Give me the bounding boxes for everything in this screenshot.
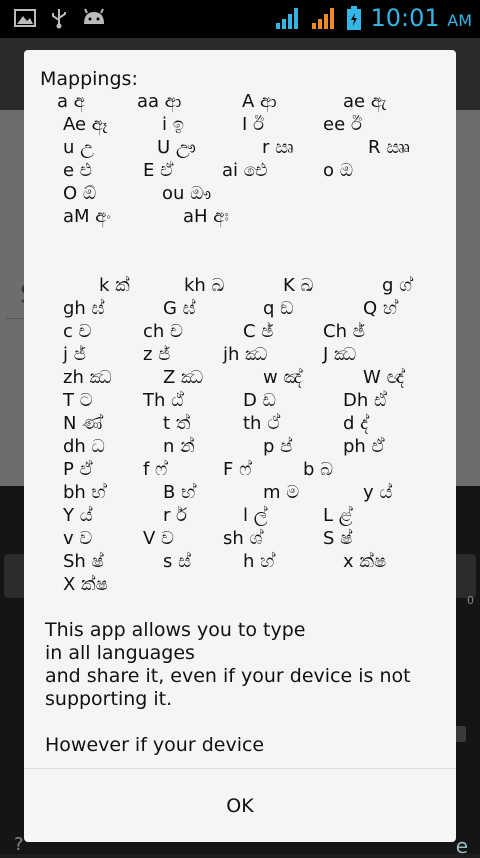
- mapping-entry: Th ඨ්: [143, 390, 184, 411]
- mapping-entry: L ළ්: [323, 505, 353, 526]
- mapping-entry: Q හ්: [363, 298, 398, 319]
- mapping-entry: p ප්: [263, 436, 293, 457]
- mapping-entry: a අ: [57, 91, 85, 112]
- mapping-entry: jh ඣ: [223, 344, 268, 365]
- mapping-entry: Dh ඪ්: [343, 390, 387, 411]
- mapping-entry: sh ශ්: [223, 528, 263, 549]
- mapping-entry: Ch ඡ්: [323, 321, 365, 342]
- android-icon: [84, 8, 104, 24]
- mapping-entry: r ඍ: [262, 137, 294, 158]
- mapping-entry: t ත්: [163, 413, 191, 434]
- mapping-entry: E ඒ: [143, 160, 174, 181]
- mapping-entry: b බ: [303, 459, 334, 480]
- usb-icon: [52, 9, 66, 29]
- mapping-entry: y ය්: [363, 482, 393, 503]
- mapping-entry: W ඥ්: [363, 367, 404, 388]
- mapping-entry: v ව: [63, 528, 93, 549]
- mapping-entry: kh ඛ: [184, 275, 225, 296]
- mapping-entry: O ඕ: [63, 183, 97, 204]
- mapping-entry: B භ්: [163, 482, 196, 503]
- mapping-entry: o ඔ: [323, 160, 354, 181]
- mapping-entry: G ඝ්: [163, 298, 196, 319]
- background-edge-text: 0: [467, 594, 474, 607]
- mapping-entry: X ක්ෂ: [63, 574, 108, 595]
- mapping-entry: N ණ්: [63, 413, 103, 434]
- mapping-entry: S ෂ්: [323, 528, 353, 549]
- dialog-scroll-content[interactable]: Mappings: a අ aa ආ A ආ ae ඇ Ae ඈ i ඉ I ඊ ee ඊ u …: [24, 50, 456, 768]
- mapping-entry: i ඉ: [162, 114, 184, 135]
- description-line: supporting it.: [45, 688, 173, 710]
- mappings-dialog: Mappings: a අ aa ආ A ආ ae ඇ Ae ඈ i ඉ I ඊ ee ඊ u …: [24, 50, 456, 842]
- mapping-entry: ai ඓ: [222, 160, 268, 181]
- mapping-entry: aM අං: [63, 206, 111, 227]
- mapping-entry: J ඣ: [323, 344, 357, 365]
- mapping-entry: g ග්: [382, 275, 413, 296]
- signal-icon: [312, 8, 335, 29]
- mapping-entry: q ඞ: [263, 298, 294, 319]
- mapping-entry: C ඡ්: [243, 321, 274, 342]
- mapping-entry: zh ඣ: [63, 367, 112, 388]
- mapping-entry: Sh ෂ්: [63, 551, 104, 572]
- mapping-entry: h හ්: [243, 551, 275, 572]
- mapping-entry: n න්: [163, 436, 195, 457]
- mapping-entry: c ච: [63, 321, 92, 342]
- mapping-entry: U ඌ: [157, 137, 196, 158]
- description-line: and share it, even if your device is not: [45, 665, 411, 687]
- mapping-entry: gh ඝ්: [63, 298, 105, 319]
- mapping-entry: w ඤ්: [263, 367, 302, 388]
- mapping-entry: l ල්: [243, 505, 268, 526]
- mapping-entry: e එ: [63, 160, 92, 181]
- mapping-entry: P ඵ්: [63, 459, 92, 480]
- mapping-entry: A ආ: [242, 91, 277, 112]
- mapping-entry: ph ඵ්: [343, 436, 384, 457]
- mapping-entry: V ව: [143, 528, 174, 549]
- ok-button[interactable]: OK: [24, 769, 456, 842]
- image-icon: [14, 9, 36, 27]
- mapping-entry: T ට: [63, 390, 93, 411]
- mapping-entry: ou ඖ: [162, 183, 212, 204]
- background-edge-text: ?: [14, 834, 24, 855]
- mappings-title: Mappings:: [40, 68, 138, 90]
- mapping-entry: aH අඃ: [183, 206, 229, 227]
- background-key: [454, 554, 476, 598]
- mapping-entry: u උ: [63, 137, 94, 158]
- description-line: This app allows you to type: [45, 619, 306, 641]
- wifi-icon: [276, 8, 299, 29]
- mapping-entry: th ථ්: [243, 413, 280, 434]
- mapping-entry: K ඛ: [283, 275, 314, 296]
- mapping-entry: z ජ්: [143, 344, 171, 365]
- description-line: in all languages: [45, 642, 195, 664]
- mapping-entry: f ෆ්: [143, 459, 168, 480]
- mapping-entry: D ඩ: [243, 390, 276, 411]
- mapping-entry: ee ඊ: [323, 114, 362, 135]
- mapping-entry: Ae ඈ: [63, 114, 108, 135]
- mapping-entry: s ස්: [163, 551, 192, 572]
- status-bar: 10:01 AM: [0, 0, 480, 38]
- mapping-entry: d ද්: [343, 413, 369, 434]
- mapping-entry: F ෆ්: [223, 459, 252, 480]
- mapping-entry: k ක්: [99, 275, 130, 296]
- mapping-entry: Z ඣ: [163, 367, 204, 388]
- mapping-entry: Y ය්: [63, 505, 93, 526]
- mapping-entry: ch ච: [143, 321, 183, 342]
- mapping-entry: x ක්ෂ: [343, 551, 387, 572]
- mapping-entry: dh ධ: [63, 436, 105, 457]
- mapping-entry: aa ආ: [137, 91, 182, 112]
- description-line: However if your device: [45, 734, 265, 756]
- mapping-entry: r ර්: [163, 505, 187, 526]
- mapping-entry: bh භ්: [63, 482, 106, 503]
- mapping-entry: I ඊ: [242, 114, 265, 135]
- clock: 10:01 AM: [370, 4, 472, 32]
- mapping-entry: ae ඇ: [343, 91, 387, 112]
- mapping-entry: R ඎ: [368, 137, 410, 158]
- background-edge-text: e: [455, 834, 468, 858]
- battery-icon: [347, 6, 362, 30]
- mapping-entry: m ම: [263, 482, 300, 503]
- mapping-entry: j ජ්: [63, 344, 86, 365]
